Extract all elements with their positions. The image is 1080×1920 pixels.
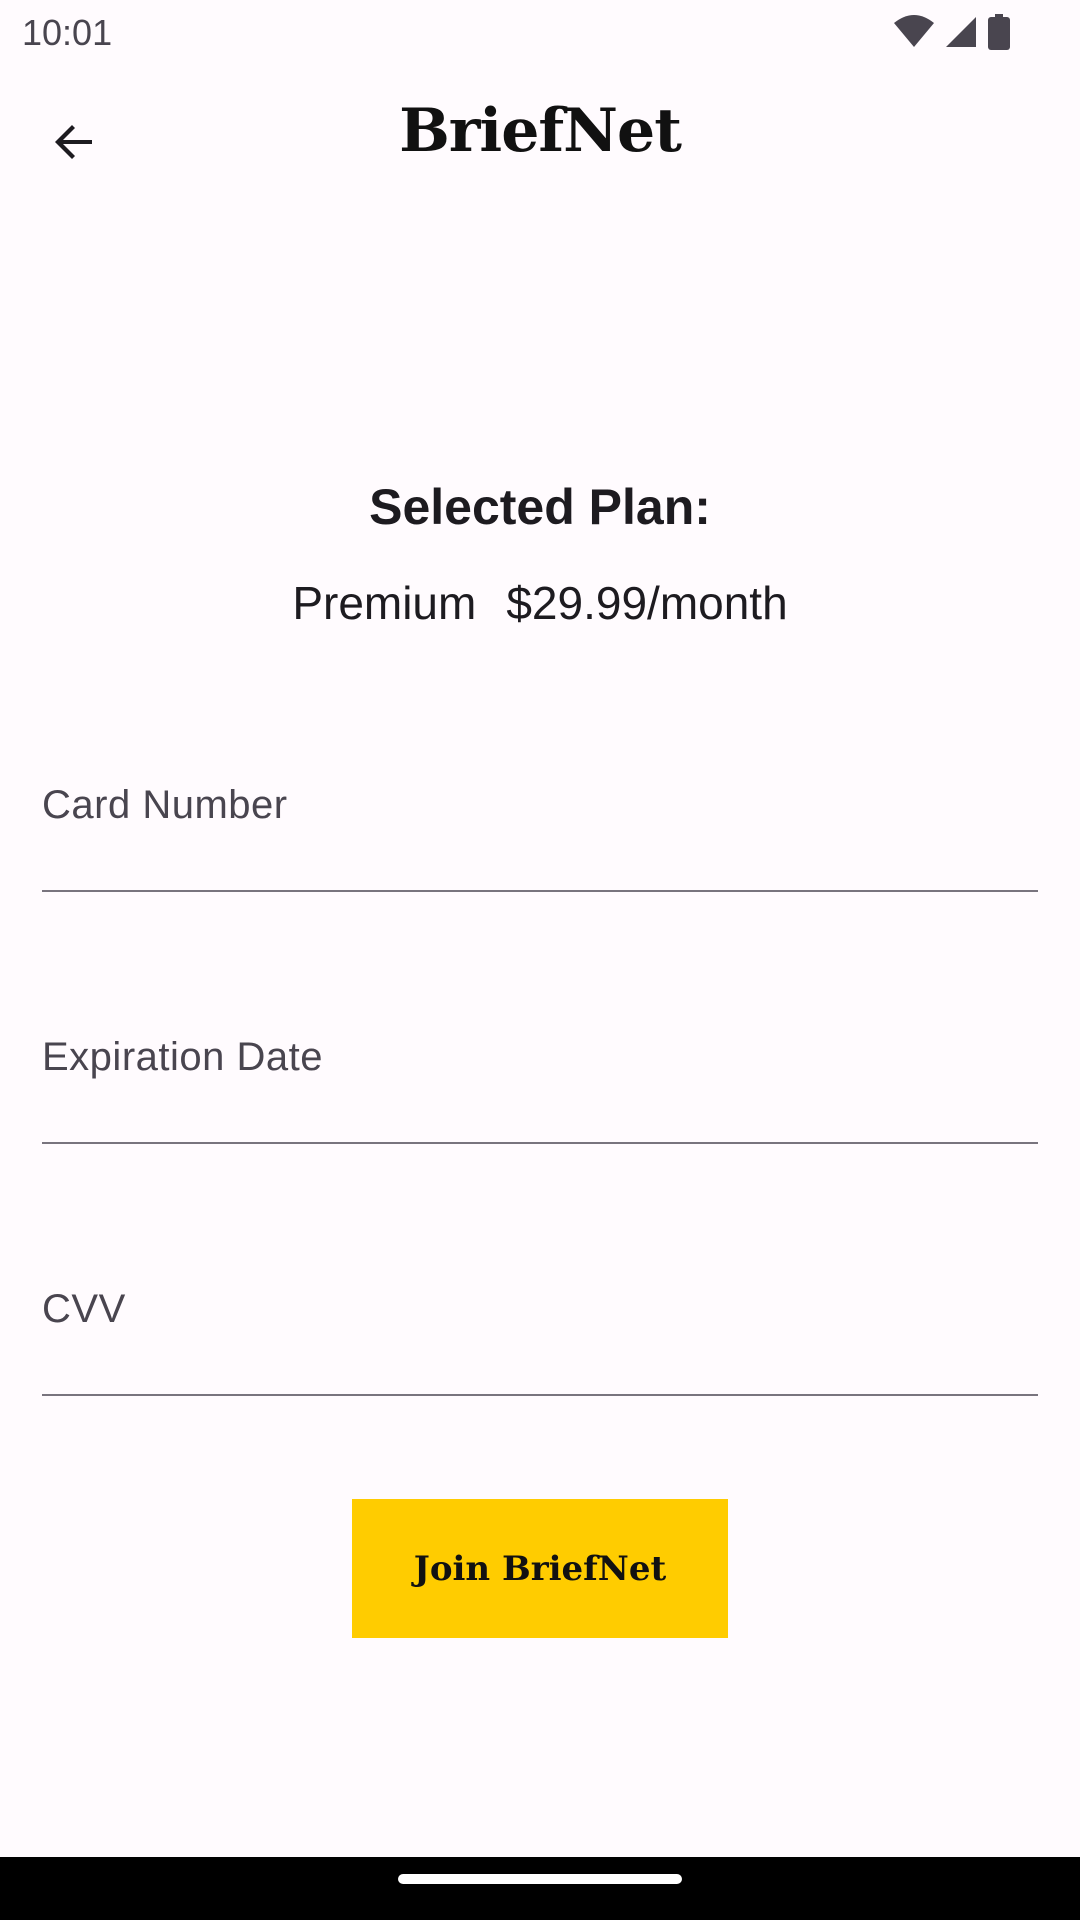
app-title: BriefNet: [399, 96, 682, 166]
expiration-date-label: Expiration Date: [42, 1035, 323, 1079]
plan-summary: Premium $29.99/month: [0, 576, 1080, 630]
plan-name: Premium: [292, 577, 477, 629]
status-bar: 10:01: [0, 0, 1080, 64]
wifi-icon: [894, 15, 934, 49]
app-bar: BriefNet: [0, 64, 1080, 209]
selected-plan-heading: Selected Plan:: [369, 479, 711, 535]
join-button[interactable]: Join BriefNet: [352, 1499, 728, 1638]
home-indicator[interactable]: [398, 1874, 682, 1884]
card-number-label: Card Number: [42, 783, 288, 827]
plan-price: $29.99/month: [506, 577, 788, 629]
status-time: 10:01: [22, 12, 113, 53]
payment-screen: 10:01 BriefNet Selected Plan: Premium $2…: [0, 0, 1080, 1920]
battery-icon: [988, 14, 1010, 50]
card-number-input[interactable]: [42, 830, 1038, 882]
expiration-date-field[interactable]: Expiration Date: [42, 1012, 1038, 1144]
cellular-signal-icon: [944, 15, 978, 49]
system-nav-bar: [0, 1857, 1080, 1920]
card-number-field[interactable]: Card Number: [42, 760, 1038, 892]
cvv-label: CVV: [42, 1287, 126, 1331]
status-icons: [894, 14, 1010, 50]
cvv-field[interactable]: CVV: [42, 1264, 1038, 1396]
cvv-input[interactable]: [42, 1334, 1038, 1386]
expiration-date-input[interactable]: [42, 1082, 1038, 1134]
